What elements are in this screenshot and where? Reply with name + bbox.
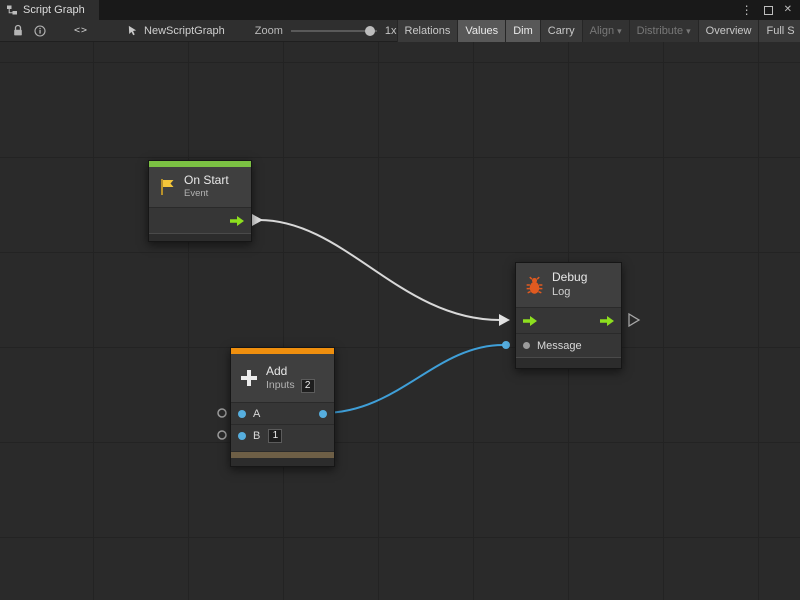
close-icon[interactable]: ✕ [784, 5, 792, 15]
graph-name-label: NewScriptGraph [144, 25, 225, 37]
flag-icon [157, 177, 177, 197]
values-button[interactable]: Values [457, 20, 505, 42]
zoom-slider-handle[interactable] [365, 26, 375, 36]
add-input-b-external-port[interactable] [218, 431, 226, 439]
port-b-input-dot[interactable] [238, 432, 246, 440]
node-footer [516, 357, 621, 368]
message-port-dot[interactable] [523, 342, 530, 349]
message-port-label: Message [537, 340, 582, 352]
maximize-icon[interactable] [764, 6, 773, 15]
control-output-arrow-icon[interactable] [600, 316, 614, 326]
dim-button[interactable]: Dim [505, 20, 540, 42]
add-port-b-row: B 1 [231, 424, 334, 446]
code-icon[interactable]: <> [69, 20, 93, 42]
relations-button[interactable]: Relations [397, 20, 458, 42]
add-input-a-external-port[interactable] [218, 409, 226, 417]
toolbar-button-group: Relations Values Dim Carry Align▾ Distri… [397, 20, 800, 42]
zoom-control: Zoom 1x [255, 25, 397, 37]
debuglog-output-port-triangle[interactable] [629, 314, 639, 326]
distribute-button[interactable]: Distribute▾ [629, 20, 698, 42]
control-output-arrow-icon[interactable] [230, 216, 244, 226]
info-icon[interactable] [29, 20, 51, 42]
port-a-input-dot[interactable] [238, 410, 246, 418]
lock-icon[interactable] [7, 20, 29, 42]
zoom-slider[interactable] [291, 30, 377, 32]
bug-icon [524, 275, 545, 296]
kebab-menu-icon[interactable]: ⋮ [741, 4, 753, 16]
node-subtitle: Event [184, 188, 229, 200]
wires-layer [0, 42, 800, 600]
debug-log-control-row [516, 307, 621, 333]
plus-icon [239, 368, 259, 388]
node-title: Debug [552, 270, 587, 285]
node-on-start[interactable]: On Start Event [148, 160, 252, 242]
node-debug-log[interactable]: Debug Log Message [515, 262, 622, 369]
window-controls: ⋮ ✕ [741, 0, 800, 20]
node-subtitle: Log [552, 285, 587, 299]
node-title: On Start [184, 173, 229, 188]
add-port-a-row: A [231, 402, 334, 424]
pointer-icon [127, 25, 138, 36]
overview-button[interactable]: Overview [698, 20, 759, 42]
on-start-trigger-row [149, 207, 251, 233]
graph-name[interactable]: NewScriptGraph [127, 25, 225, 37]
inputs-label: Inputs [266, 379, 295, 393]
debug-log-message-row: Message [516, 333, 621, 357]
node-title: Add [266, 364, 315, 379]
carry-button[interactable]: Carry [540, 20, 582, 42]
dropdown-arrow-icon: ▾ [686, 26, 691, 37]
on-start-header[interactable]: On Start Event [149, 167, 251, 207]
wire-onstart-to-debuglog[interactable] [259, 220, 500, 320]
graph-toolbar: <> NewScriptGraph Zoom 1x Relations Valu… [0, 20, 800, 42]
debug-log-header[interactable]: Debug Log [516, 263, 621, 307]
port-b-label: B [253, 430, 260, 442]
control-input-arrow-icon[interactable] [523, 316, 537, 326]
dropdown-arrow-icon: ▾ [617, 26, 622, 37]
node-add[interactable]: Add Inputs 2 A B 1 [230, 347, 335, 467]
node-footer [231, 458, 334, 466]
inputs-count-field[interactable]: 2 [301, 379, 315, 393]
tab-script-graph[interactable]: Script Graph [0, 0, 99, 20]
wire-add-to-message[interactable] [323, 345, 503, 413]
align-button[interactable]: Align▾ [582, 20, 629, 42]
port-b-value-field[interactable]: 1 [268, 429, 282, 443]
graph-canvas[interactable]: On Start Event Debug Log [0, 42, 800, 600]
zoom-value: 1x [385, 25, 397, 37]
tab-title: Script Graph [23, 4, 85, 16]
window-titlebar: Script Graph ⋮ ✕ [0, 0, 800, 20]
message-connection-dot[interactable] [502, 341, 510, 349]
zoom-label: Zoom [255, 25, 283, 37]
result-output-dot[interactable] [319, 410, 327, 418]
port-a-label: A [253, 408, 260, 420]
selection-footer-bar [231, 451, 334, 458]
script-graph-icon [6, 4, 18, 16]
add-header[interactable]: Add Inputs 2 [231, 354, 334, 402]
onstart-output-port-triangle[interactable] [252, 214, 263, 226]
debuglog-input-port-triangle[interactable] [499, 314, 510, 326]
fullscreen-button[interactable]: Full S [758, 20, 800, 42]
node-footer [149, 233, 251, 241]
